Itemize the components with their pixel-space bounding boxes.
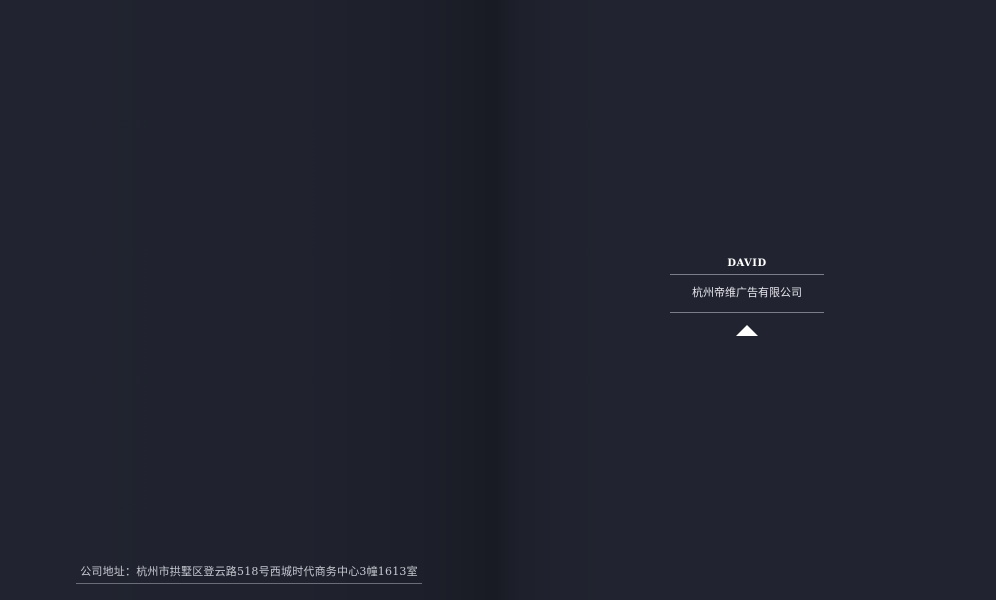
person-name: DAVID	[727, 258, 767, 269]
book-spread: 公司地址：杭州市拱墅区登云路518号西城时代商务中心3幢1613室 DAVID …	[0, 0, 996, 600]
address-divider	[76, 583, 422, 584]
company-address: 公司地址：杭州市拱墅区登云路518号西城时代商务中心3幢1613室	[80, 565, 418, 578]
triangle-up-icon	[736, 325, 758, 336]
triangle-wrapper	[670, 313, 824, 339]
company-name: 杭州帝维广告有限公司	[692, 287, 802, 299]
left-page: 公司地址：杭州市拱墅区登云路518号西城时代商务中心3幢1613室	[0, 0, 498, 600]
right-page: DAVID 杭州帝维广告有限公司	[498, 0, 996, 600]
address-block: 公司地址：杭州市拱墅区登云路518号西城时代商务中心3幢1613室	[76, 562, 422, 584]
business-card: DAVID 杭州帝维广告有限公司	[670, 254, 824, 339]
